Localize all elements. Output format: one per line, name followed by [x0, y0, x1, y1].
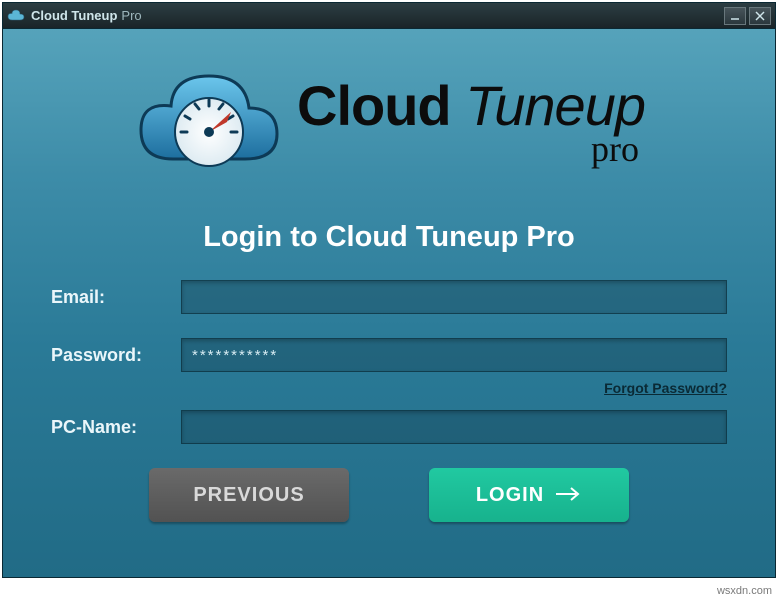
login-form: Email: Password: Forgot Password? PC-Nam…	[3, 280, 775, 522]
minimize-icon	[730, 11, 740, 21]
forgot-password-link[interactable]: Forgot Password?	[604, 380, 727, 396]
email-label: Email:	[51, 287, 181, 308]
minimize-button[interactable]	[724, 7, 746, 25]
login-button[interactable]: LOGIN	[429, 468, 629, 522]
logo: Cloud Tuneup pro	[3, 39, 775, 209]
email-row: Email:	[51, 280, 727, 314]
password-input[interactable]	[181, 338, 727, 372]
arrow-right-icon	[556, 484, 582, 507]
pcname-input[interactable]	[181, 410, 727, 444]
previous-button-label: PREVIOUS	[193, 484, 304, 507]
password-label: Password:	[51, 345, 181, 366]
cloud-icon	[7, 9, 25, 23]
password-row: Password:	[51, 338, 727, 372]
pcname-label: PC-Name:	[51, 417, 181, 438]
logo-subtitle: pro	[591, 128, 639, 170]
pcname-row: PC-Name:	[51, 410, 727, 444]
login-button-label: LOGIN	[476, 484, 544, 507]
close-button[interactable]	[749, 7, 771, 25]
watermark: wsxdn.com	[717, 585, 772, 597]
logo-title: Cloud Tuneup	[297, 78, 645, 134]
page-heading: Login to Cloud Tuneup Pro	[3, 221, 775, 254]
close-icon	[755, 11, 765, 21]
forgot-row: Forgot Password?	[51, 380, 727, 396]
content-area: Cloud Tuneup pro Login to Cloud Tuneup P…	[3, 29, 775, 522]
logo-word-cloud: Cloud	[297, 74, 465, 137]
title-app-suffix: Pro	[121, 8, 141, 23]
email-input[interactable]	[181, 280, 727, 314]
app-window: Cloud Tuneup Pro	[2, 2, 776, 578]
previous-button[interactable]: PREVIOUS	[149, 468, 349, 522]
button-row: PREVIOUS LOGIN	[51, 468, 727, 522]
cloud-gauge-icon	[133, 64, 283, 184]
logo-text: Cloud Tuneup pro	[297, 78, 645, 170]
title-app-name: Cloud Tuneup	[31, 8, 117, 23]
titlebar: Cloud Tuneup Pro	[3, 3, 775, 29]
